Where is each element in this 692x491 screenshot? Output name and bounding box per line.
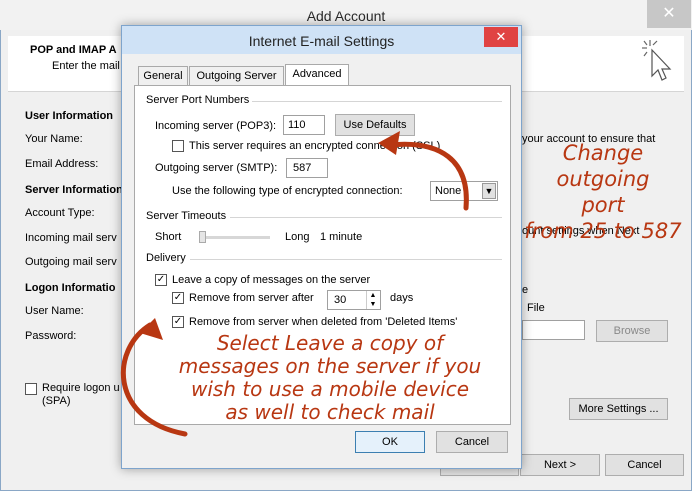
delivery-note-line3: wish to use a mobile device bbox=[190, 377, 470, 401]
outgoing-note-line2: port bbox=[581, 193, 625, 217]
delivery-note-line4: as well to check mail bbox=[225, 400, 435, 424]
outgoing-arrow-icon bbox=[378, 131, 469, 211]
outgoing-port-annotation: Change outgoing port from 25 to 587 bbox=[514, 140, 692, 244]
delivery-note-line1: Select Leave a copy of bbox=[216, 331, 444, 355]
delivery-annotation: Select Leave a copy of messages on the s… bbox=[170, 332, 490, 424]
delivery-note-line2: messages on the server if you bbox=[178, 354, 482, 378]
outgoing-note-line3: from 25 to 587 bbox=[524, 219, 682, 243]
outgoing-note-line1: Change outgoing bbox=[556, 141, 650, 191]
